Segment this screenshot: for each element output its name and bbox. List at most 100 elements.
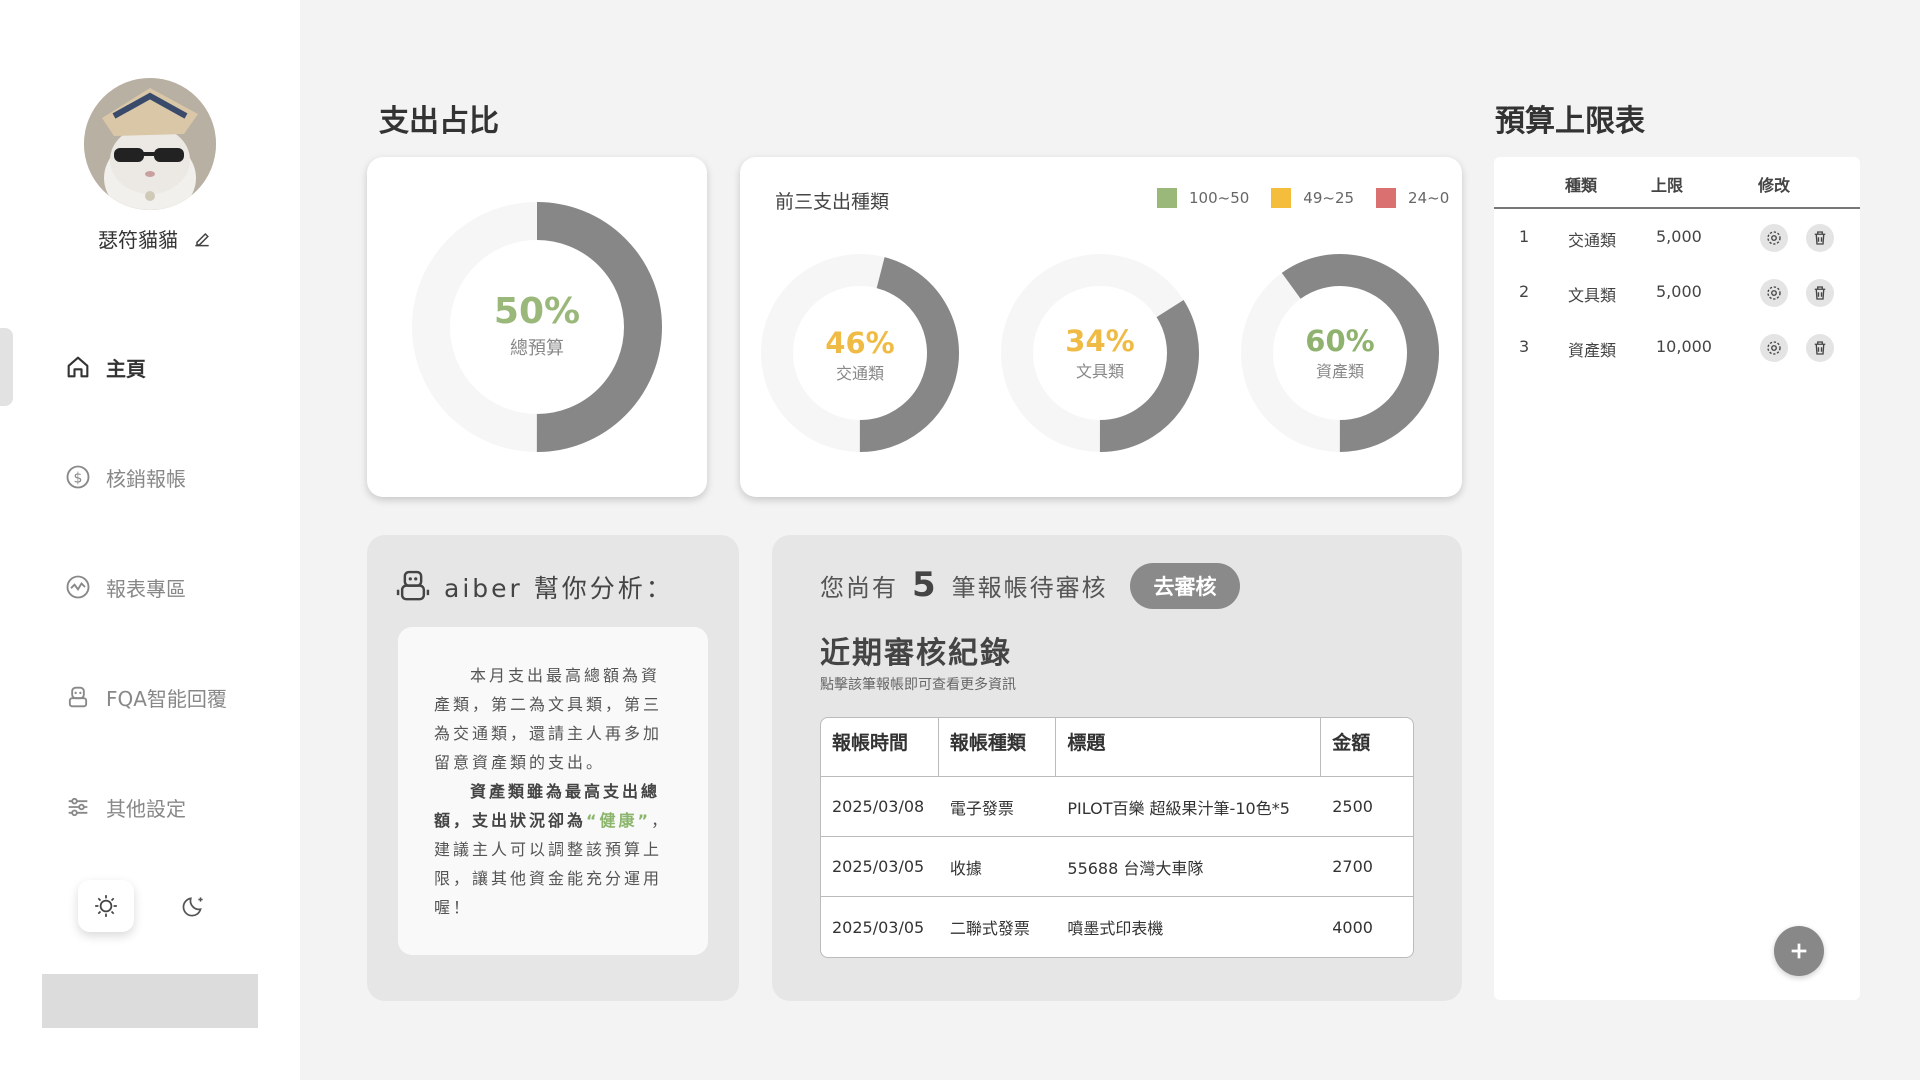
robot-icon	[396, 570, 430, 601]
gear-icon	[1767, 231, 1781, 245]
nav-settings[interactable]: 其他設定	[64, 787, 186, 827]
pending-suffix: 筆報帳待審核	[951, 574, 1108, 602]
settings-button[interactable]	[1760, 279, 1788, 307]
stationery-pct: 34%	[1065, 324, 1135, 358]
assets-pct: 60%	[1305, 324, 1375, 358]
legend-label-mid: 49~25	[1303, 189, 1355, 207]
gear-icon	[1767, 341, 1781, 355]
nav-faq[interactable]: FQA智能回覆	[64, 677, 227, 717]
top3-title: 前三支出種類	[775, 191, 890, 213]
pending-count: 5	[912, 565, 938, 605]
budget-header-limit: 上限	[1651, 176, 1684, 195]
sliders-icon	[68, 797, 88, 817]
budget-row-no: 1	[1519, 227, 1530, 246]
budget-row-type: 交通類	[1568, 231, 1617, 250]
header-type: 報帳種類	[938, 718, 1057, 777]
cell-type: 二聯式發票	[949, 919, 1030, 938]
cell-amount: 4000	[1332, 917, 1373, 937]
cell-date: 2025/03/05	[821, 837, 939, 897]
pending-prefix: 您尚有	[820, 574, 898, 602]
budget-row-limit: 5,000	[1656, 282, 1702, 301]
user-name: 瑟符貓貓	[98, 228, 178, 252]
pending-text: 您尚有 5 筆報帳待審核	[820, 565, 1108, 605]
transport-sub: 交通類	[835, 364, 884, 383]
aiber-title: aiber 幫你分析：	[444, 574, 674, 603]
budget-header-type: 種類	[1565, 176, 1598, 195]
light-mode-button[interactable]	[78, 880, 134, 932]
budget-title: 預算上限表	[1495, 104, 1645, 139]
budget-row-type: 資產類	[1568, 341, 1617, 360]
stationery-sub: 文具類	[1075, 362, 1124, 381]
total-budget-card: 50% 總預算	[367, 157, 707, 497]
delete-button[interactable]	[1806, 279, 1834, 307]
transport-label: 46% 交通類	[780, 326, 940, 384]
aiber-para2: 資產類雖為最高支出總額，支出狀況卻為“健康”，建議主人可以調整該預算上限，讓其他…	[434, 777, 672, 922]
table-row[interactable]: 2025/03/08 電子發票 PILOT百樂 超級果汁筆-10色*5 2500	[821, 777, 1413, 837]
nav-settings-label: 其他設定	[106, 796, 186, 821]
assets-label: 60% 資產類	[1260, 324, 1420, 382]
cell-type: 電子發票	[938, 777, 1057, 837]
legend-label-high: 100~50	[1189, 189, 1250, 207]
expense-title: 支出占比	[379, 104, 499, 139]
budget-row-no: 3	[1519, 337, 1530, 356]
table-row[interactable]: 2025/03/05 二聯式發票 噴墨式印表機 4000	[821, 897, 1413, 957]
cell-date: 2025/03/08	[821, 777, 939, 837]
aiber-title-row: aiber 幫你分析：	[396, 568, 674, 606]
dollar-icon: $	[66, 465, 90, 489]
nav-reimburse-label: 核銷報帳	[106, 466, 186, 491]
sun-icon	[95, 895, 117, 917]
legend-item-low: 24~0	[1376, 188, 1449, 208]
cell-amount: 2500	[1321, 777, 1413, 837]
avatar[interactable]	[84, 78, 216, 210]
sidebar: 瑟符貓貓 主頁 $ 核銷報帳 報表專區 FQA智能回覆 其他設定	[0, 0, 300, 1080]
header-amount: 金額	[1321, 718, 1413, 777]
nav-home[interactable]: 主頁	[64, 347, 146, 387]
home-icon	[67, 356, 89, 378]
cell-amount: 2700	[1321, 837, 1413, 897]
legend-swatch-high	[1157, 188, 1177, 208]
total-budget-sub: 總預算	[510, 338, 564, 359]
avatar-cat-image	[84, 78, 216, 210]
nav-reimburse[interactable]: $ 核銷報帳	[64, 457, 186, 497]
delete-button[interactable]	[1806, 224, 1834, 252]
settings-button[interactable]	[1760, 224, 1788, 252]
budget-row-type: 文具類	[1568, 286, 1617, 305]
budget-row-limit: 10,000	[1656, 337, 1712, 356]
cell-date: 2025/03/05	[832, 917, 925, 937]
nav-faq-label: FQA智能回覆	[106, 686, 227, 711]
nav-reports[interactable]: 報表專區	[64, 567, 186, 607]
legend-swatch-low	[1376, 188, 1397, 208]
legend-item-high: 100~50	[1157, 188, 1249, 208]
recent-records-title: 近期審核紀錄	[820, 636, 1012, 671]
recent-records-hint: 點擊該筆報帳即可查看更多資訊	[820, 677, 1016, 693]
cell-title: 55688 台灣大車隊	[1056, 837, 1322, 897]
trash-icon	[1814, 231, 1826, 245]
edit-icon[interactable]	[192, 229, 212, 249]
add-budget-button[interactable]	[1774, 926, 1824, 976]
delete-button[interactable]	[1806, 334, 1834, 362]
budget-header-edit: 修改	[1758, 176, 1791, 195]
header-date: 報帳時間	[821, 718, 939, 777]
dark-mode-button[interactable]	[166, 880, 222, 932]
user-name-row: 瑟符貓貓	[98, 224, 212, 253]
moon-icon	[182, 897, 203, 917]
aiber-analysis-box: 本月支出最高總額為資產類，第二為文具類，第三為交通類，還請主人再多加留意資產類的…	[398, 627, 708, 955]
trash-icon	[1814, 341, 1826, 355]
cell-title: PILOT百樂 超級果汁筆-10色*5	[1056, 777, 1322, 837]
go-review-button[interactable]: 去審核	[1130, 563, 1240, 609]
legend-swatch-mid	[1271, 188, 1292, 208]
total-budget-label: 50% 總預算	[437, 291, 637, 360]
aiber-para2-highlight: “健康”	[586, 811, 652, 830]
budget-row-limit: 5,000	[1656, 227, 1702, 246]
aiber-para1: 本月支出最高總額為資產類，第二為文具類，第三為交通類，還請主人再多加留意資產類的…	[434, 666, 663, 772]
budget-row-no: 2	[1519, 282, 1530, 301]
cell-type: 收據	[938, 837, 1057, 897]
nav-reports-label: 報表專區	[106, 576, 186, 601]
settings-button[interactable]	[1760, 334, 1788, 362]
budget-header-divider	[1494, 207, 1860, 209]
transport-pct: 46%	[825, 326, 895, 360]
active-nav-indicator	[0, 328, 13, 406]
records-table: 報帳時間 報帳種類 標題 金額 2025/03/08 電子發票 PILOT百樂 …	[820, 717, 1414, 958]
legend-item-mid: 49~25	[1271, 188, 1354, 208]
table-row[interactable]: 2025/03/05 收據 55688 台灣大車隊 2700	[821, 837, 1413, 897]
